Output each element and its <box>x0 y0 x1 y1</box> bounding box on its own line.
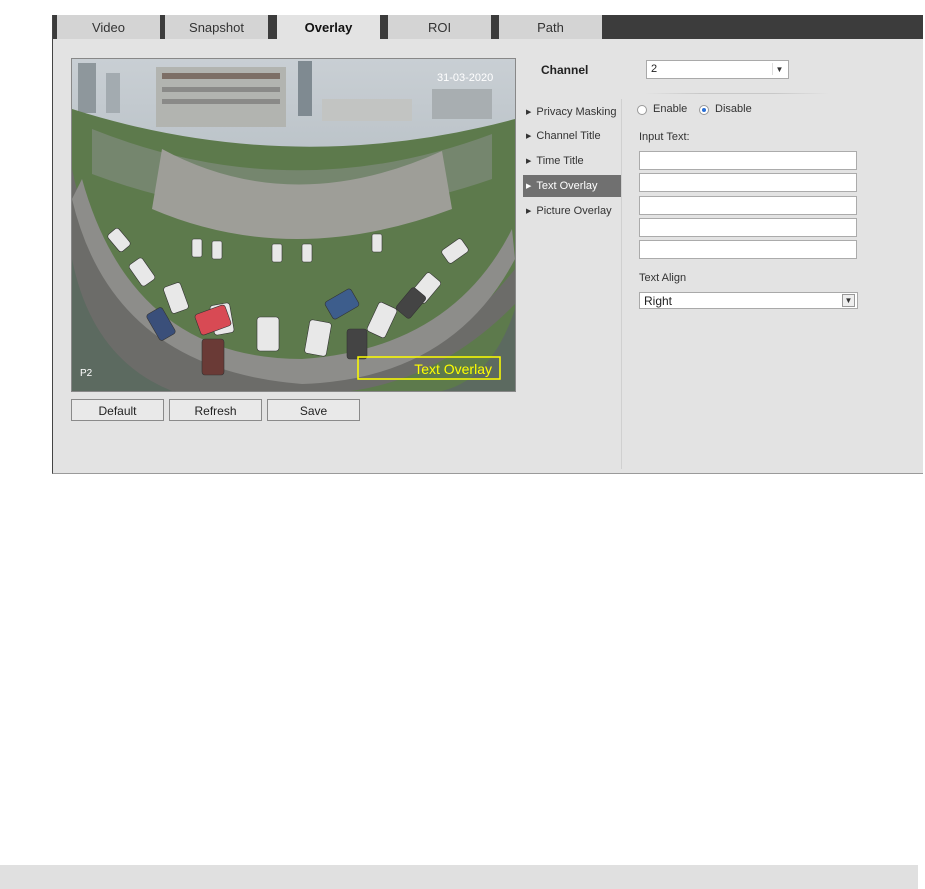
save-button[interactable]: Save <box>267 399 360 421</box>
caret-right-icon: ▶ <box>526 208 532 215</box>
menu-item-privacy-masking[interactable]: ▶ Privacy Masking <box>523 101 621 123</box>
caret-right-icon: ▶ <box>526 183 532 190</box>
chevron-down-icon: ▼ <box>772 63 786 75</box>
text-align-value: Right <box>644 294 673 308</box>
tab-roi[interactable]: ROI <box>388 15 491 39</box>
text-input-line-3[interactable] <box>639 196 857 215</box>
text-align-label: Text Align <box>639 272 687 284</box>
menu-divider <box>621 99 622 469</box>
disable-label: Disable <box>715 103 752 115</box>
tab-video[interactable]: Video <box>57 15 160 39</box>
caret-right-icon: ▶ <box>526 158 532 165</box>
text-input-line-2[interactable] <box>639 173 857 192</box>
menu-item-channel-title[interactable]: ▶ Channel Title <box>523 125 621 147</box>
menu-item-time-title[interactable]: ▶ Time Title <box>523 150 621 172</box>
text-align-select[interactable]: Right ▼ <box>639 292 858 309</box>
channel-select[interactable]: 2 ▼ <box>646 60 789 79</box>
text-input-line-5[interactable] <box>639 240 857 259</box>
tab-overlay[interactable]: Overlay <box>277 15 380 39</box>
input-text-label: Input Text: <box>639 131 690 143</box>
radio-selected-dot <box>702 108 706 112</box>
default-button[interactable]: Default <box>71 399 164 421</box>
caret-right-icon: ▶ <box>526 109 532 116</box>
tab-bar: Video Snapshot Overlay ROI Path <box>53 15 923 39</box>
chevron-down-icon: ▼ <box>842 294 855 307</box>
caret-right-icon: ▶ <box>526 133 532 140</box>
refresh-button[interactable]: Refresh <box>169 399 262 421</box>
osd-text-overlay: Text Overlay <box>414 361 492 377</box>
fisheye-parking-lot-image: 31-03-2020 P2 Text Overlay <box>72 59 515 391</box>
menu-item-picture-overlay[interactable]: ▶ Picture Overlay <box>523 200 621 222</box>
overlay-settings-panel: Video Snapshot Overlay ROI Path 31-03-20… <box>52 15 923 474</box>
enable-label: Enable <box>653 103 688 115</box>
text-input-line-1[interactable] <box>639 151 857 170</box>
video-preview: 31-03-2020 P2 Text Overlay <box>71 58 516 392</box>
tab-snapshot[interactable]: Snapshot <box>165 15 268 39</box>
osd-timestamp: 31-03-2020 <box>437 72 493 84</box>
divider <box>645 93 829 94</box>
enable-radio[interactable] <box>637 105 647 115</box>
menu-item-text-overlay[interactable]: ▶ Text Overlay <box>523 175 621 197</box>
text-input-line-4[interactable] <box>639 218 857 237</box>
channel-value: 2 <box>651 63 658 75</box>
disable-radio[interactable] <box>699 105 709 115</box>
tab-path[interactable]: Path <box>499 15 602 39</box>
osd-channel-label: P2 <box>80 368 93 379</box>
bottom-bar <box>0 865 918 889</box>
channel-label: Channel <box>541 63 589 77</box>
